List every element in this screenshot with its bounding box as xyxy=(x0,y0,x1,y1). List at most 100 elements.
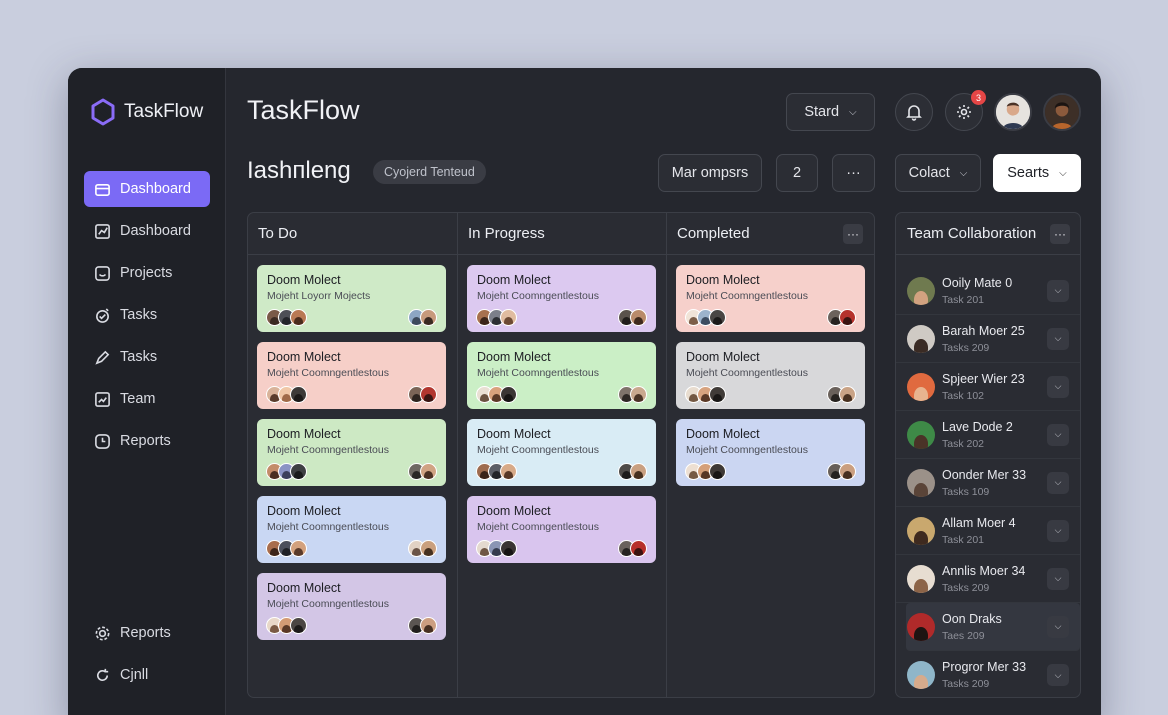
avatar xyxy=(420,309,437,326)
sidebar-item-projects[interactable]: Projects xyxy=(84,255,210,291)
task-card[interactable]: Doom Molect Mojeht Coomngentlestous xyxy=(467,265,656,332)
chevron-down-icon[interactable]: ⌵ xyxy=(1047,471,1069,494)
column-todo: To Do Doom Molect Mojeht Loyorr Mojects … xyxy=(248,213,457,697)
sidebar-item-label: Tasks xyxy=(120,349,158,365)
card-subtitle: Mojeht Coomngentlestous xyxy=(686,444,808,456)
team-member[interactable]: Allam Moer 4 Task 201 ⌵ xyxy=(896,507,1080,555)
notifications-button[interactable] xyxy=(895,93,933,131)
team-member[interactable]: Spjeer Wier 23 Task 102 ⌵ xyxy=(896,363,1080,411)
sidebar-item-label: Reports xyxy=(120,625,171,641)
avatar-secondary[interactable] xyxy=(1043,93,1081,131)
team-member[interactable]: Progror Mer 33 Tasks 209 ⌵ xyxy=(896,651,1080,697)
more-options-button[interactable]: ··· xyxy=(832,154,875,192)
sidebar-item-label: Projects xyxy=(120,265,173,281)
chevron-down-icon[interactable]: ⌵ xyxy=(1047,519,1069,542)
card-subtitle: Mojeht Coomngentlestous xyxy=(477,521,599,533)
sidebar-item-tasks-2[interactable]: Tasks xyxy=(84,339,210,375)
team-member-selected[interactable]: Oon Draks Taеs 209 ⌵ xyxy=(906,603,1080,651)
chevron-down-icon[interactable]: ⌵ xyxy=(1047,279,1069,302)
card-title: Doom Molect xyxy=(686,427,760,441)
task-card[interactable]: Doom Molect Mojeht Coomngentlestous xyxy=(467,342,656,409)
team-member[interactable]: Annlis Moer 34 Tasks 209 ⌵ xyxy=(896,555,1080,603)
page-title: TaskFlow xyxy=(247,95,360,125)
avatar xyxy=(907,564,935,593)
member-name: Annlis Moer 34 xyxy=(942,564,1026,578)
task-card[interactable]: Doom Molect Mojeht Coomngentlestous xyxy=(257,342,446,409)
card-title: Doom Molect xyxy=(477,350,551,364)
count-button[interactable]: 2 xyxy=(776,154,818,192)
column-header: Completed ··· xyxy=(667,213,874,255)
colact-dropdown[interactable]: Colact ⌵ xyxy=(895,154,981,192)
chevron-down-icon[interactable]: ⌵ xyxy=(1047,375,1069,398)
sidebar-item-dashboard-2[interactable]: Dashboard xyxy=(84,213,210,249)
task-card[interactable]: Doom Molect Mojeht Coomngentlestous xyxy=(676,265,865,332)
sidebar-item-dashboard[interactable]: Dashboard xyxy=(84,171,210,207)
board-tag: Cyojerd Tenteud xyxy=(373,160,486,184)
avatar xyxy=(709,309,726,326)
sidebar-item-label: Reports xyxy=(120,433,171,449)
task-card[interactable]: Doom Molect Mojeht Coomngentlestous xyxy=(467,419,656,486)
sidebar-item-tasks[interactable]: Tasks xyxy=(84,297,210,333)
card-subtitle: Mojeht Coomngentlestous xyxy=(267,367,389,379)
refresh-icon xyxy=(96,668,109,681)
team-member[interactable]: Lave Dode 2 Task 202 ⌵ xyxy=(896,411,1080,459)
members-filter-label: Mar ompsrs xyxy=(671,165,749,181)
sidebar-item-label: Dashboard xyxy=(120,223,191,239)
assignee-avatars xyxy=(476,386,517,403)
avatar xyxy=(290,540,307,557)
logo[interactable]: TaskFlow xyxy=(90,98,203,126)
assignee-avatars xyxy=(618,463,647,480)
assignee-avatars xyxy=(685,463,726,480)
assignee-avatars xyxy=(618,540,647,557)
chevron-down-icon[interactable]: ⌵ xyxy=(1047,664,1069,686)
avatar xyxy=(500,309,517,326)
assignee-avatars xyxy=(408,309,437,326)
task-card[interactable]: Doom Molect Mojeht Coomngentlestous xyxy=(467,496,656,563)
task-card[interactable]: Doom Molect Mojeht Coomngentlestous xyxy=(257,496,446,563)
team-member[interactable]: Ooily Mate 0 Task 201 ⌵ xyxy=(896,267,1080,315)
sidebar-item-cjnll[interactable]: Cjnll xyxy=(84,657,210,693)
avatar xyxy=(630,540,647,557)
searts-dropdown[interactable]: Searts ⌵ xyxy=(993,154,1081,192)
avatar xyxy=(420,540,437,557)
task-card[interactable]: Doom Molect Mojeht Loyorr Mojects xyxy=(257,265,446,332)
task-card[interactable]: Doom Molect Mojeht Coomngentlestous xyxy=(676,419,865,486)
user-avatar-icon xyxy=(996,95,1030,129)
assignee-avatars xyxy=(408,540,437,557)
sidebar-item-reports-settings[interactable]: Reports xyxy=(84,615,210,651)
avatar[interactable] xyxy=(994,93,1032,131)
assignee-avatars xyxy=(408,463,437,480)
avatar xyxy=(500,540,517,557)
assignee-avatars xyxy=(408,386,437,403)
team-more-button[interactable]: ··· xyxy=(1050,224,1070,244)
sidebar-item-team[interactable]: Team xyxy=(84,381,210,417)
team-panel-header: Team Collaboration ··· xyxy=(896,213,1080,255)
chevron-down-icon[interactable]: ⌵ xyxy=(1047,327,1069,350)
sidebar-item-label: Team xyxy=(120,391,156,407)
member-name: Ooily Mate 0 xyxy=(942,276,1013,290)
team-member[interactable]: Barah Moer 25 Tasks 209 ⌵ xyxy=(896,315,1080,363)
task-card[interactable]: Doom Molect Mojeht Coomngentlestous xyxy=(676,342,865,409)
avatar xyxy=(907,420,935,449)
card-subtitle: Mojeht Coomngentlestous xyxy=(477,367,599,379)
assignee-avatars xyxy=(827,386,856,403)
chevron-down-icon[interactable]: ⌵ xyxy=(1047,567,1069,590)
sidebar-item-reports[interactable]: Reports xyxy=(84,423,210,459)
assignee-avatars xyxy=(266,463,307,480)
column-more-button[interactable]: ··· xyxy=(843,224,863,244)
stard-dropdown[interactable]: Stard ⌵ xyxy=(786,93,875,131)
avatar xyxy=(709,386,726,403)
chevron-down-icon[interactable]: ⌵ xyxy=(1047,423,1069,446)
avatar xyxy=(630,463,647,480)
column-title: In Progress xyxy=(468,225,545,242)
settings-button[interactable]: 3 xyxy=(945,90,986,131)
card-title: Doom Molect xyxy=(267,350,341,364)
avatar xyxy=(290,463,307,480)
avatar xyxy=(839,463,856,480)
team-member[interactable]: Oonder Mer 33 Tasks 109 ⌵ xyxy=(896,459,1080,507)
task-card[interactable]: Doom Molect Mojeht Coomngentlestous xyxy=(257,419,446,486)
chevron-down-icon[interactable]: ⌵ xyxy=(1047,615,1069,638)
member-tasks: Tasks 209 xyxy=(942,678,990,690)
members-filter-button[interactable]: Mar ompsrs xyxy=(658,154,762,192)
task-card[interactable]: Doom Molect Mojeht Coomngentlestous xyxy=(257,573,446,640)
